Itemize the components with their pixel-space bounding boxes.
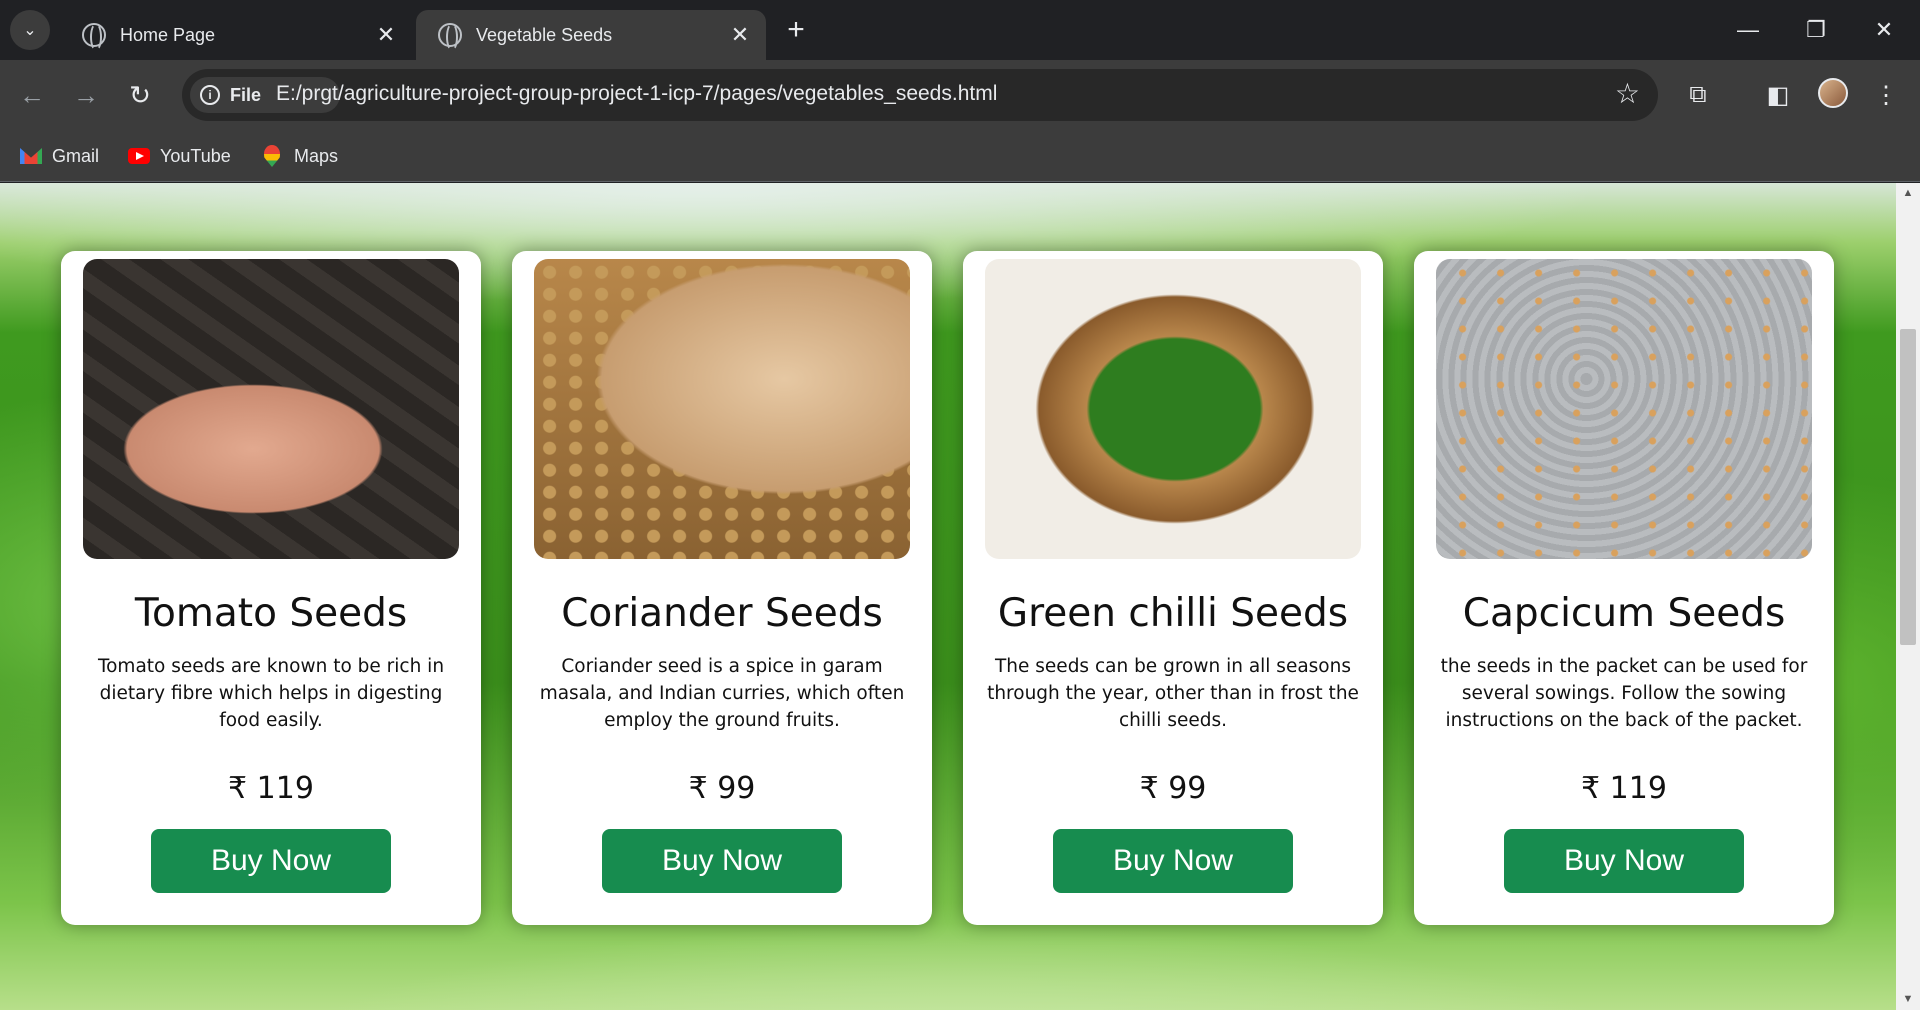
globe-icon <box>438 23 462 51</box>
tab-strip: ⌄ Home Page ✕ Vegetable Seeds ✕ + — ❐ ✕ <box>0 0 1920 60</box>
product-price: ₹ 119 <box>228 771 314 806</box>
new-tab-button[interactable]: + <box>780 13 812 46</box>
extensions-button[interactable]: ⧉ <box>1680 77 1716 113</box>
reload-button[interactable]: ↻ <box>122 77 158 113</box>
info-icon: i <box>200 85 220 105</box>
more-vert-icon: ⋮ <box>1874 81 1898 109</box>
close-window-button[interactable]: ✕ <box>1862 10 1906 50</box>
buy-now-button[interactable]: Buy Now <box>151 829 391 893</box>
arrow-left-icon: ← <box>19 79 45 110</box>
product-card-tomato: Tomato Seeds Tomato seeds are known to b… <box>61 251 481 925</box>
back-button[interactable]: ← <box>14 77 50 113</box>
scroll-down-icon[interactable]: ▼ <box>1902 993 1914 1005</box>
product-name: Tomato Seeds <box>134 591 408 636</box>
green-chilli-image <box>985 259 1361 559</box>
tab-search-button[interactable]: ⌄ <box>10 10 50 50</box>
bookmark-youtube[interactable]: YouTube <box>128 142 231 170</box>
close-icon[interactable]: ✕ <box>372 21 400 49</box>
plus-icon: + <box>787 13 805 46</box>
product-price: ₹ 99 <box>1139 771 1207 806</box>
tab-home-page[interactable]: Home Page ✕ <box>60 10 412 60</box>
bookmark-label: Maps <box>294 145 339 166</box>
chevron-down-icon: ⌄ <box>23 22 37 39</box>
product-name: Coriander Seeds <box>561 591 883 636</box>
address-bar[interactable]: i File E:/prgt/agriculture-project-group… <box>182 69 1658 121</box>
maps-icon <box>264 145 280 167</box>
bookmark-label: YouTube <box>160 145 231 166</box>
globe-icon <box>82 23 106 51</box>
side-panel-icon: ◧ <box>1766 81 1790 109</box>
reload-icon: ↻ <box>129 79 151 110</box>
product-description: Tomato seeds are known to be rich in die… <box>97 656 445 731</box>
capsicum-seeds-image <box>1436 259 1812 559</box>
product-price: ₹ 99 <box>688 771 756 806</box>
scroll-up-icon[interactable]: ▲ <box>1902 187 1914 199</box>
product-card-coriander: Coriander Seeds Coriander seed is a spic… <box>512 251 932 925</box>
profile-avatar[interactable] <box>1818 78 1848 108</box>
page-viewport: Tomato Seeds Tomato seeds are known to b… <box>0 183 1896 1010</box>
bookmarks-bar: Gmail YouTube Maps <box>0 130 1920 182</box>
gmail-icon <box>20 148 42 164</box>
close-icon[interactable]: ✕ <box>726 21 754 49</box>
forward-button[interactable]: → <box>68 77 104 113</box>
bookmark-gmail[interactable]: Gmail <box>20 142 99 170</box>
close-icon: ✕ <box>1874 17 1894 42</box>
buy-now-button[interactable]: Buy Now <box>602 829 842 893</box>
product-card-capsicum: Capcicum Seeds the seeds in the packet c… <box>1414 251 1834 925</box>
product-description: Coriander seed is a spice in garam masal… <box>539 656 905 731</box>
scroll-thumb[interactable] <box>1900 329 1916 645</box>
arrow-right-icon: → <box>73 79 99 110</box>
product-price: ₹ 119 <box>1581 771 1667 806</box>
browser-toolbar: ← → ↻ i File E:/prgt/agriculture-project… <box>0 60 1920 130</box>
minimize-button[interactable]: — <box>1726 10 1770 50</box>
minimize-icon: — <box>1737 17 1759 42</box>
product-card-green-chilli: Green chilli Seeds The seeds can be grow… <box>963 251 1383 925</box>
product-description: The seeds can be grown in all seasons th… <box>987 656 1359 731</box>
site-info-label: File <box>230 84 262 105</box>
bookmark-maps[interactable]: Maps <box>264 142 338 170</box>
restore-icon: ❐ <box>1806 17 1826 42</box>
product-name: Capcicum Seeds <box>1462 591 1786 636</box>
tab-title: Vegetable Seeds <box>476 24 613 45</box>
tomato-seeds-image <box>83 259 459 559</box>
tab-title: Home Page <box>120 24 216 45</box>
youtube-icon <box>128 148 150 164</box>
product-name: Green chilli Seeds <box>997 591 1349 636</box>
buy-now-button[interactable]: Buy Now <box>1504 829 1744 893</box>
restore-button[interactable]: ❐ <box>1794 10 1838 50</box>
bookmark-star-icon[interactable]: ☆ <box>1615 77 1640 110</box>
puzzle-icon: ⧉ <box>1689 81 1707 108</box>
side-panel-button[interactable]: ◧ <box>1760 77 1796 113</box>
buy-now-button[interactable]: Buy Now <box>1053 829 1293 893</box>
coriander-seeds-image <box>534 259 910 559</box>
product-description: the seeds in the packet can be used for … <box>1440 656 1808 731</box>
tab-vegetable-seeds[interactable]: Vegetable Seeds ✕ <box>416 10 766 60</box>
url-text[interactable]: E:/prgt/agriculture-project-group-projec… <box>276 82 997 106</box>
menu-button[interactable]: ⋮ <box>1868 77 1904 113</box>
page-scrollbar[interactable]: ▲ ▼ <box>1896 183 1920 1010</box>
bookmark-label: Gmail <box>52 145 100 166</box>
